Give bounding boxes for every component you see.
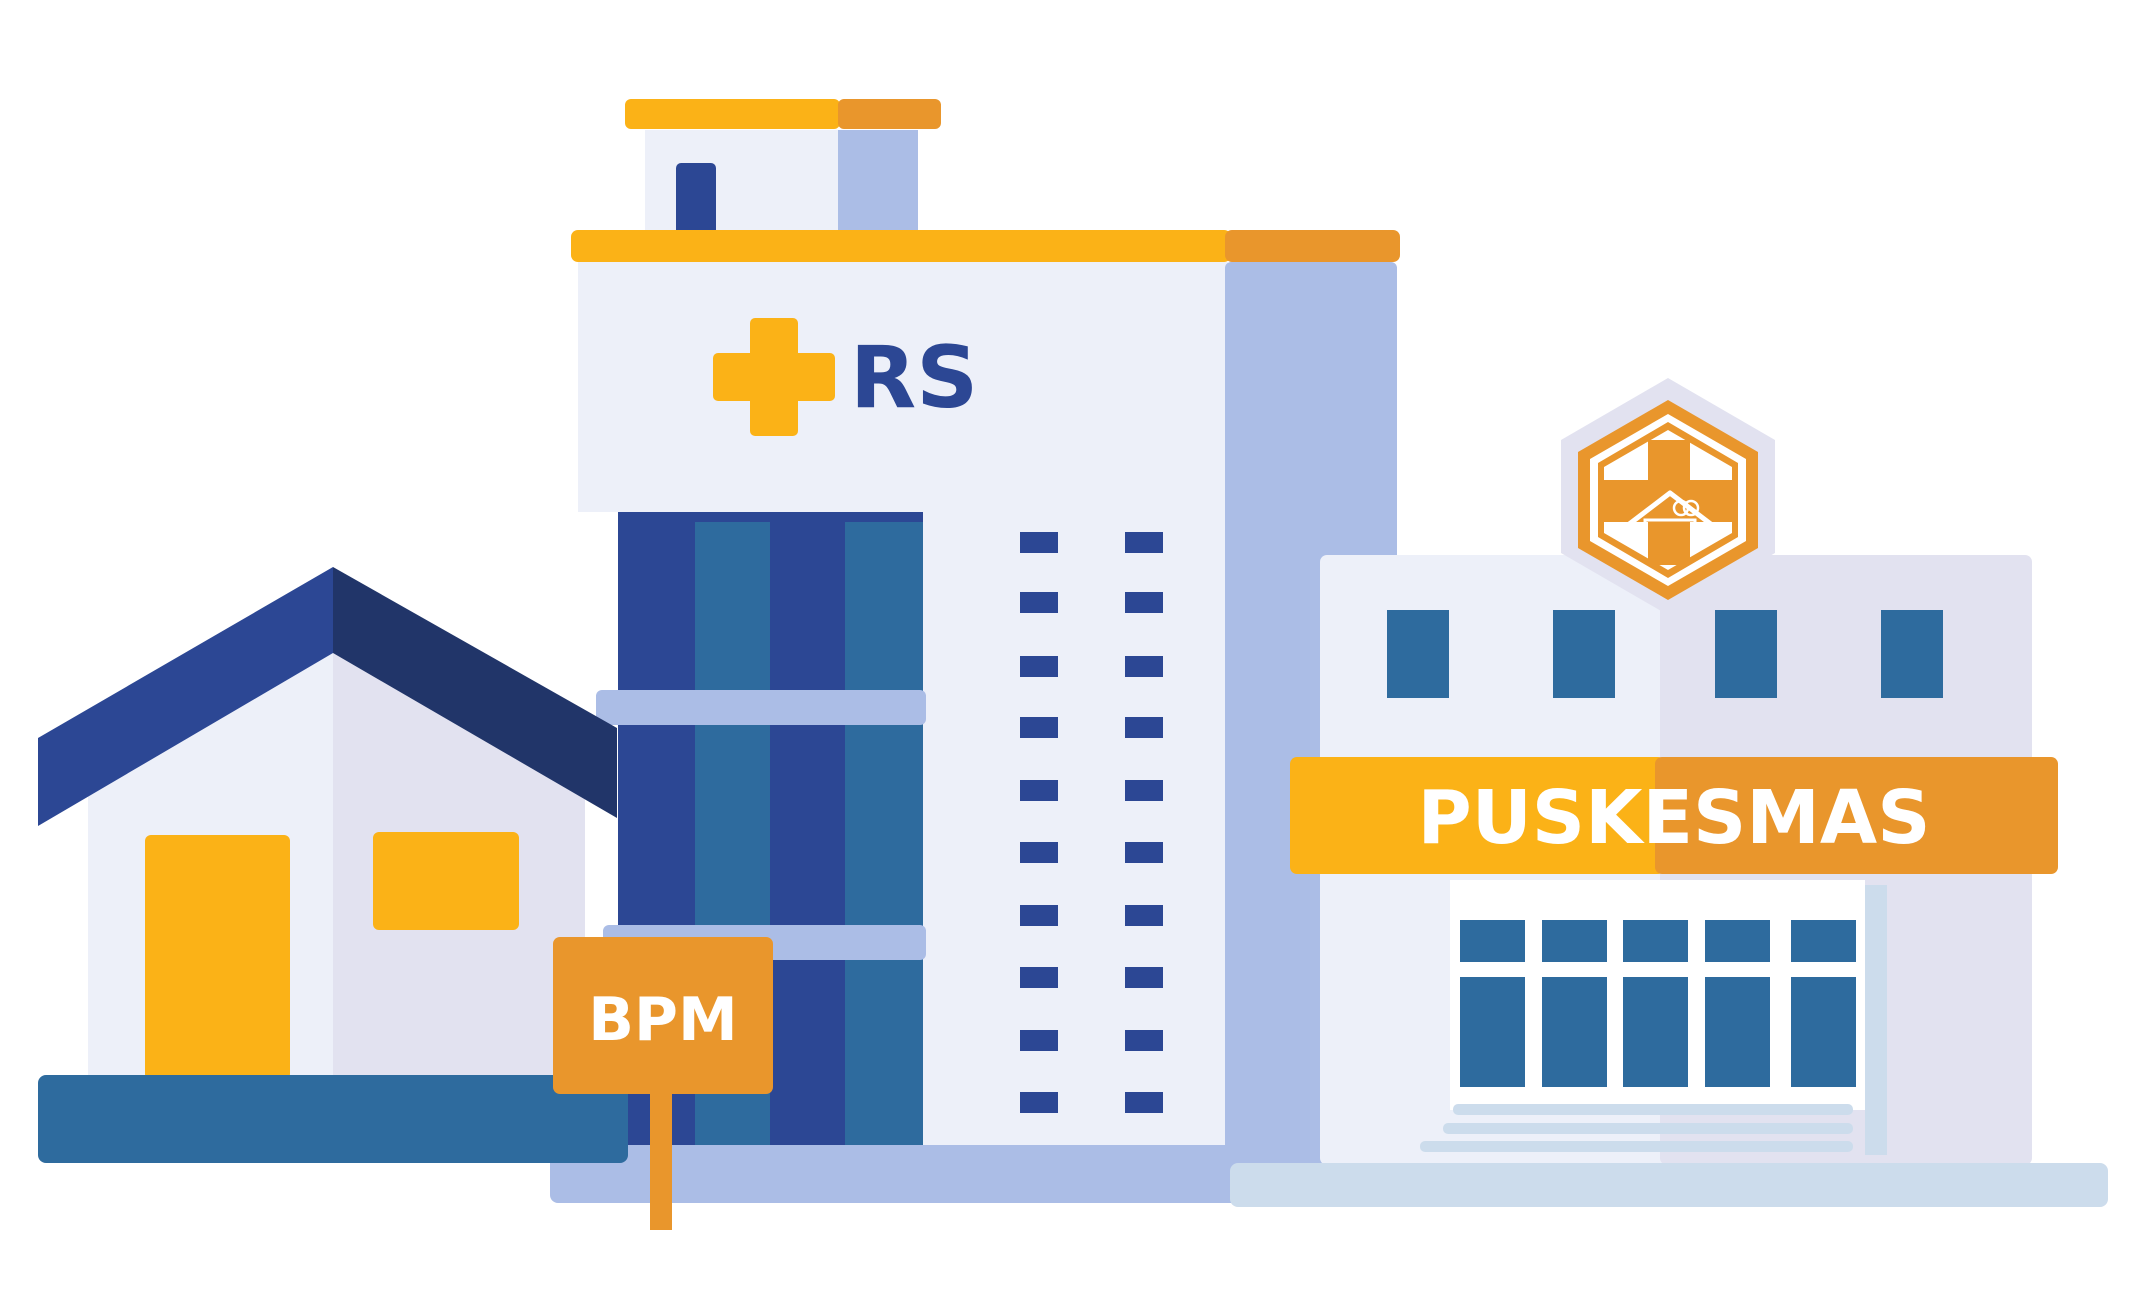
rooftop-cap-shade [838, 99, 941, 129]
hospital-window [1020, 967, 1058, 988]
sign-post [650, 1085, 672, 1230]
hospital-roof-ledge [571, 230, 1231, 262]
step [1453, 1104, 1853, 1115]
hospital-window [1125, 967, 1163, 988]
hospital-window [1125, 656, 1163, 677]
hospital-window [1125, 780, 1163, 801]
entrance-pillar [1865, 885, 1887, 1155]
entrance-pane [1542, 920, 1607, 962]
entrance-pane [1791, 920, 1856, 962]
hospital-window [1020, 656, 1058, 677]
step [1420, 1141, 1853, 1152]
entrance-pane [1460, 977, 1525, 1087]
house-base [38, 1075, 628, 1163]
hospital-sign-text: RS [850, 328, 978, 428]
clinic-window [1881, 610, 1943, 698]
hospital-window [1125, 592, 1163, 613]
hospital-roof-ledge-shade [1225, 230, 1400, 262]
entrance-pane [1705, 977, 1770, 1087]
clinic-window [1387, 610, 1449, 698]
entrance-pane [1791, 977, 1856, 1087]
hospital-window [1125, 717, 1163, 738]
hospital-window [1020, 532, 1058, 553]
hospital-window [1125, 1030, 1163, 1051]
entrance-pane [1460, 920, 1525, 962]
rooftop-cap [625, 99, 840, 129]
clinic-window [1553, 610, 1615, 698]
bpm-sign-text: BPM [588, 985, 737, 1055]
hospital-window [1125, 905, 1163, 926]
healthcare-buildings-illustration: RS PUSKESMAS BPM [38, 99, 2108, 1230]
hospital-window [1020, 780, 1058, 801]
clinic-base [1230, 1163, 2108, 1207]
hospital-window [1125, 532, 1163, 553]
clinic-window [1715, 610, 1777, 698]
floor-band [596, 690, 926, 725]
house-window [373, 832, 519, 930]
entrance-pane [1623, 977, 1688, 1087]
rooftop-vent [676, 163, 716, 235]
hospital-window [1125, 842, 1163, 863]
step [1443, 1123, 1853, 1134]
clinic-sign-text: PUSKESMAS [1417, 775, 1930, 861]
hospital-window [1020, 1030, 1058, 1051]
hospital-window [1020, 905, 1058, 926]
entrance-pane [1542, 977, 1607, 1087]
hospital-window [1020, 717, 1058, 738]
house-door [145, 835, 290, 1080]
entrance-pane [1623, 920, 1688, 962]
entrance-pane [1705, 920, 1770, 962]
hospital-window [1020, 592, 1058, 613]
hospital-window [1125, 1092, 1163, 1113]
hospital-window [1020, 842, 1058, 863]
hospital-window [1020, 1092, 1058, 1113]
entrance-window-panes [1460, 920, 1856, 1087]
